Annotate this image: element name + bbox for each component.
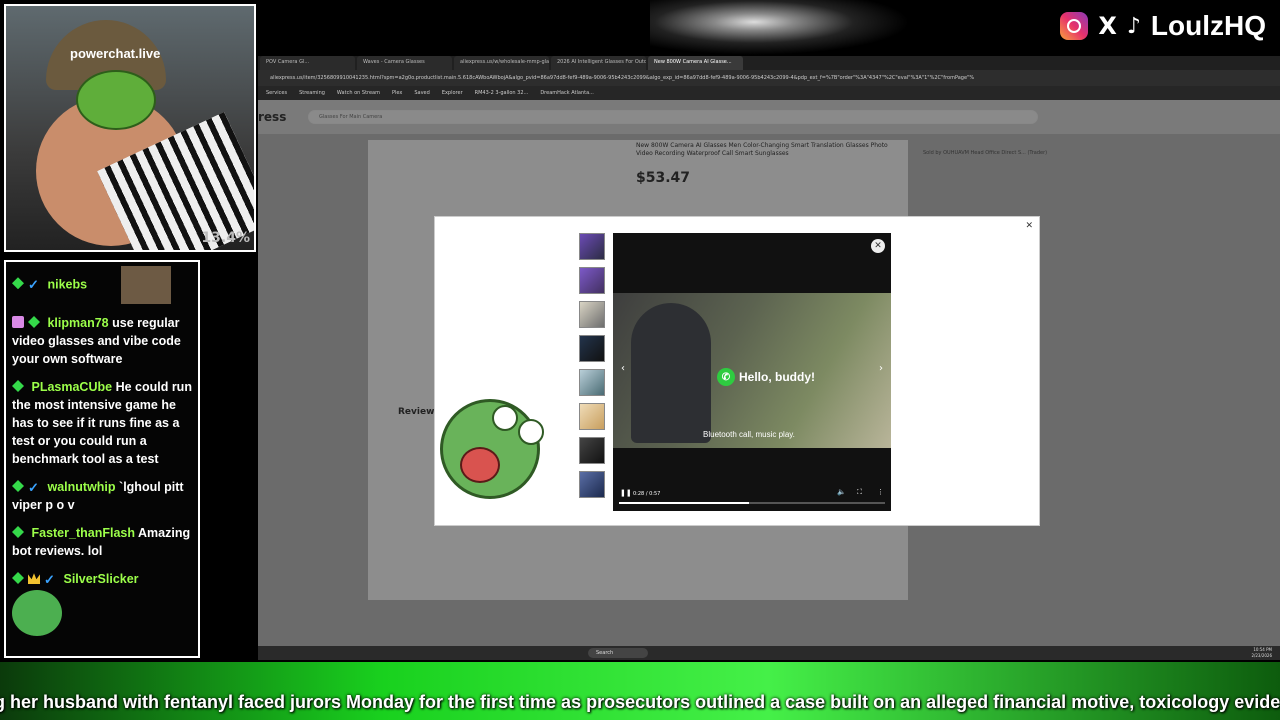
chat-username[interactable]: nikebs [47, 277, 87, 291]
video-frame: ✆ Hello, buddy! Bluetooth call, music pl… [613, 293, 891, 448]
sub-badge-icon [12, 572, 24, 584]
close-icon[interactable]: ✕ [1025, 221, 1033, 231]
browser-tab-strip: POV Camera Gl... Waves - Camera Glasses … [258, 56, 1280, 70]
site-search-input[interactable]: Glasses For Main Camera [308, 110, 1038, 124]
volume-icon[interactable]: 🔈 [837, 488, 846, 496]
bookmark-item[interactable]: DreamHack Atlanta... [540, 90, 594, 96]
chat-username[interactable]: SilverSlicker [63, 572, 138, 586]
chat-message: ✓ walnutwhip `lghoul pitt viper p o v [12, 478, 192, 514]
tiktok-icon: ♪ [1126, 13, 1141, 39]
thumbnail[interactable] [579, 335, 605, 362]
bookmark-item[interactable]: Plex [392, 90, 402, 96]
browser-tab[interactable]: Waves - Camera Glasses [357, 56, 452, 70]
stream-layout: X ♪ LoulzHQ powerchat.live 13.4% ✓ nikeb… [0, 0, 1280, 720]
next-arrow-icon[interactable]: › [879, 363, 883, 374]
chat-username[interactable]: walnutwhip [47, 480, 115, 494]
pepe-mouth [460, 447, 500, 483]
chat-username[interactable]: PLasmaCUbe [31, 380, 112, 394]
frog-emote [12, 590, 62, 636]
sub-badge-icon [12, 480, 24, 492]
mod-badge-icon [12, 316, 24, 328]
chat-message: ✓ nikebs [12, 266, 192, 304]
thumbnail-list [579, 233, 605, 505]
bookmarks-bar: Services Streaming Watch on Stream Plex … [258, 86, 1280, 100]
fullscreen-icon[interactable]: ⛶ [857, 488, 862, 497]
cap-brand-text: powerchat.live [70, 46, 161, 61]
pepe-emote-overlay [430, 385, 555, 503]
video-controls: ❚❚ 0:28 / 0:57 🔈 ⛶ ⋮ [613, 483, 891, 511]
prev-arrow-icon[interactable]: ‹ [621, 363, 625, 374]
video-caption: ✆ Hello, buddy! [717, 368, 815, 386]
sub-badge-icon [12, 526, 24, 538]
hello-text: Hello, buddy! [739, 370, 815, 384]
user-avatar-emote [120, 266, 171, 304]
browser-tab[interactable]: POV Camera Gl... [260, 56, 355, 70]
video-progress-bar[interactable] [619, 502, 885, 504]
seller-info[interactable]: Sold by OUHUAVM Head Office Direct S... … [923, 150, 1083, 156]
pepe-eye [518, 419, 544, 445]
pepe-eye [492, 405, 518, 431]
windows-taskbar: Search 10:54 PM 2/23/2026 [258, 646, 1280, 660]
video-close-icon[interactable]: ✕ [871, 239, 885, 253]
chat-message: Faster_thanFlash Amazing bot reviews. lo… [12, 524, 192, 560]
streamer-handle: LoulzHQ [1150, 10, 1266, 41]
clock-date: 2/23/2026 [1251, 653, 1272, 658]
chat-username[interactable]: klipman78 [47, 316, 108, 330]
bookmark-item[interactable]: Services [266, 90, 287, 96]
news-ticker: g her husband with fentanyl faced jurors… [0, 662, 1280, 720]
browser-tab[interactable]: aliexpress.us/w/wholesale-mmp-gla... [454, 56, 549, 70]
chat-username[interactable]: Faster_thanFlash [31, 526, 135, 540]
crown-badge-icon [28, 573, 40, 584]
chat-message: ✓ SilverSlicker [12, 570, 192, 636]
chat-message: klipman78 use regular video glasses and … [12, 314, 192, 368]
video-time: 0:28 / 0:57 [633, 491, 661, 497]
frog-emote-on-cap [76, 70, 156, 130]
bookmark-item[interactable]: RM43-2 3-gallon 32... [475, 90, 529, 96]
site-logo[interactable]: ress [258, 110, 286, 124]
browser-tab-active[interactable]: New 800W Camera AI Glasse... [648, 56, 743, 70]
video-subtitle: Bluetooth call, music play. [703, 430, 795, 439]
thumbnail[interactable] [579, 233, 605, 260]
pause-icon[interactable]: ❚❚ [620, 489, 632, 497]
instagram-icon [1060, 12, 1089, 40]
product-title: New 800W Camera AI Glasses Men Color-Cha… [636, 142, 888, 157]
verified-badge-icon: ✓ [28, 277, 39, 293]
thumbnail[interactable] [579, 267, 605, 294]
bookmark-item[interactable]: Saved [414, 90, 429, 96]
verified-badge-icon: ✓ [28, 480, 39, 495]
thumbnail[interactable] [579, 369, 605, 396]
address-bar[interactable]: aliexpress.us/item/3256809910041235.html… [258, 70, 1280, 86]
thumbnail[interactable] [579, 471, 605, 498]
bookmark-item[interactable]: Explorer [442, 90, 463, 96]
thumbnail[interactable] [579, 437, 605, 464]
social-handle-bar: X ♪ LoulzHQ [1060, 10, 1266, 42]
sub-badge-icon [12, 277, 24, 290]
bookmark-item[interactable]: Streaming [299, 90, 325, 96]
ticker-text: g her husband with fentanyl faced jurors… [0, 692, 1280, 712]
taskbar-clock: 10:54 PM 2/23/2026 [1251, 647, 1272, 659]
product-price: $53.47 [636, 170, 691, 186]
sub-badge-icon [28, 316, 40, 328]
webcam-feed: powerchat.live 13.4% [4, 4, 256, 252]
water-splash-decoration [650, 0, 910, 55]
person-in-video [631, 303, 711, 443]
verified-badge-icon: ✓ [44, 572, 55, 587]
thumbnail[interactable] [579, 301, 605, 328]
chat-panel: ✓ nikebs klipman78 use regular video gla… [4, 260, 200, 658]
x-icon: X [1098, 12, 1117, 40]
site-header: ress Glasses For Main Camera [258, 100, 1280, 134]
webcam-tag: 13.4% [201, 230, 250, 246]
phone-icon: ✆ [717, 368, 735, 386]
thumbnail[interactable] [579, 403, 605, 430]
more-options-icon[interactable]: ⋮ [877, 488, 884, 496]
sub-badge-icon [12, 380, 24, 392]
taskbar-search[interactable]: Search [588, 648, 648, 658]
video-progress-fill [619, 502, 750, 504]
bookmark-item[interactable]: Watch on Stream [337, 90, 380, 96]
video-player[interactable]: ✕ ✆ Hello, buddy! Bluetooth call, music … [613, 233, 891, 511]
browser-tab[interactable]: 2026 AI Intelligent Glasses For Outd... [551, 56, 646, 70]
chat-message: PLasmaCUbe He could run the most intensi… [12, 378, 192, 468]
